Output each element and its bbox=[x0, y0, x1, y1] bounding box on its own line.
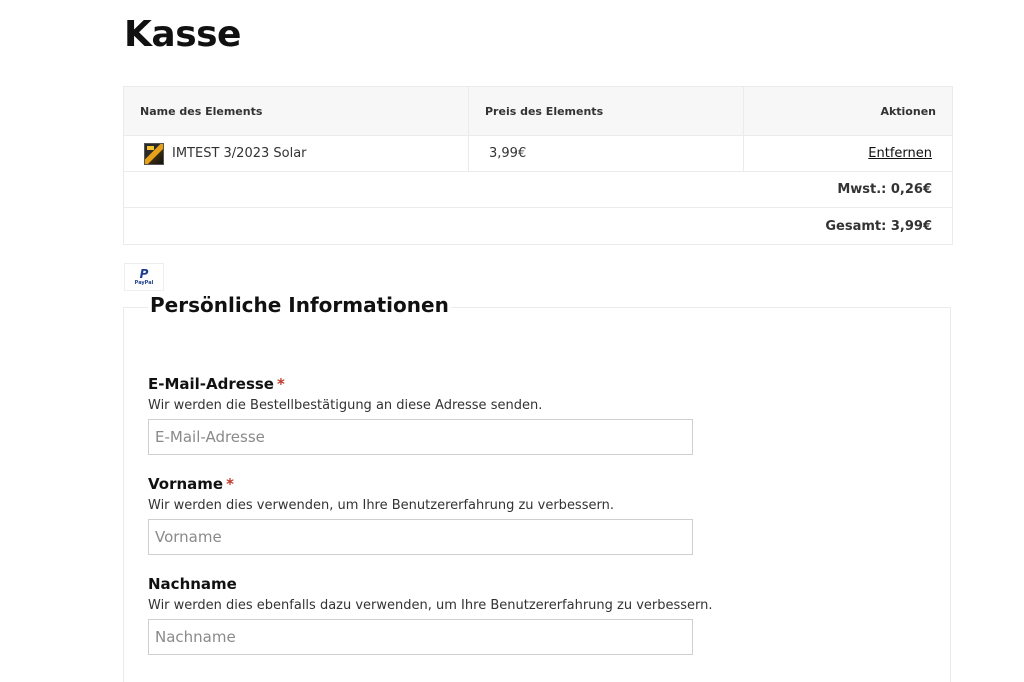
column-header-name: Name des Elements bbox=[124, 87, 469, 135]
paypal-icon: P bbox=[139, 267, 149, 281]
first-name-field-group: Vorname * Wir werden dies verwenden, um I… bbox=[148, 475, 748, 555]
column-header-price: Preis des Elements bbox=[469, 87, 744, 135]
cart-item-actions-cell: Entfernen bbox=[744, 136, 952, 171]
required-marker: * bbox=[226, 475, 234, 493]
checkout-page: Kasse Name des Elements Preis des Elemen… bbox=[0, 0, 1024, 682]
column-header-actions: Aktionen bbox=[880, 104, 936, 118]
email-input[interactable] bbox=[148, 419, 693, 455]
last-name-label-text: Nachname bbox=[148, 575, 237, 593]
cart-item-name: IMTEST 3/2023 Solar bbox=[172, 146, 307, 161]
first-name-label-text: Vorname bbox=[148, 475, 224, 493]
first-name-hint: Wir werden dies verwenden, um Ihre Benut… bbox=[148, 498, 614, 513]
cart-tax: Mwst.: 0,26€ bbox=[837, 182, 932, 197]
remove-item-link[interactable]: Entfernen bbox=[868, 146, 932, 161]
product-thumbnail-icon bbox=[144, 142, 164, 165]
cart-table: Name des Elements Preis des Elements Akt… bbox=[123, 86, 953, 245]
cart-total: Gesamt: 3,99€ bbox=[825, 218, 932, 234]
first-name-input[interactable] bbox=[148, 519, 693, 555]
paypal-payment-option[interactable]: P PayPal bbox=[124, 263, 164, 291]
required-marker: * bbox=[276, 375, 285, 393]
last-name-input[interactable] bbox=[148, 619, 693, 655]
cart-item-row: IMTEST 3/2023 Solar 3,99€ Entfernen bbox=[124, 136, 952, 172]
email-label: E-Mail-Adresse * bbox=[148, 375, 748, 393]
page-title: Kasse bbox=[124, 14, 241, 55]
last-name-field-group: Nachname Wir werden dies ebenfalls dazu … bbox=[148, 575, 748, 655]
email-field-group: E-Mail-Adresse * Wir werden die Bestellbe… bbox=[148, 375, 748, 455]
email-label-text: E-Mail-Adresse bbox=[148, 375, 274, 393]
email-hint: Wir werden die Bestellbestätigung an die… bbox=[148, 398, 543, 413]
cart-tax-row: Mwst.: 0,26€ bbox=[124, 172, 952, 208]
cart-item-price-cell: 3,99€ bbox=[469, 136, 744, 171]
cart-item-name-cell: IMTEST 3/2023 Solar bbox=[124, 136, 469, 171]
paypal-label: PayPal bbox=[134, 280, 154, 286]
cart-item-price: 3,99€ bbox=[489, 146, 527, 161]
personal-info-title: Persönliche Informationen bbox=[148, 293, 451, 317]
first-name-label: Vorname * bbox=[148, 475, 748, 493]
cart-total-row: Gesamt: 3,99€ bbox=[124, 208, 952, 244]
cart-header-row: Name des Elements Preis des Elements Akt… bbox=[124, 87, 952, 136]
last-name-hint: Wir werden dies ebenfalls dazu verwenden… bbox=[148, 598, 713, 613]
last-name-label: Nachname bbox=[148, 575, 748, 593]
